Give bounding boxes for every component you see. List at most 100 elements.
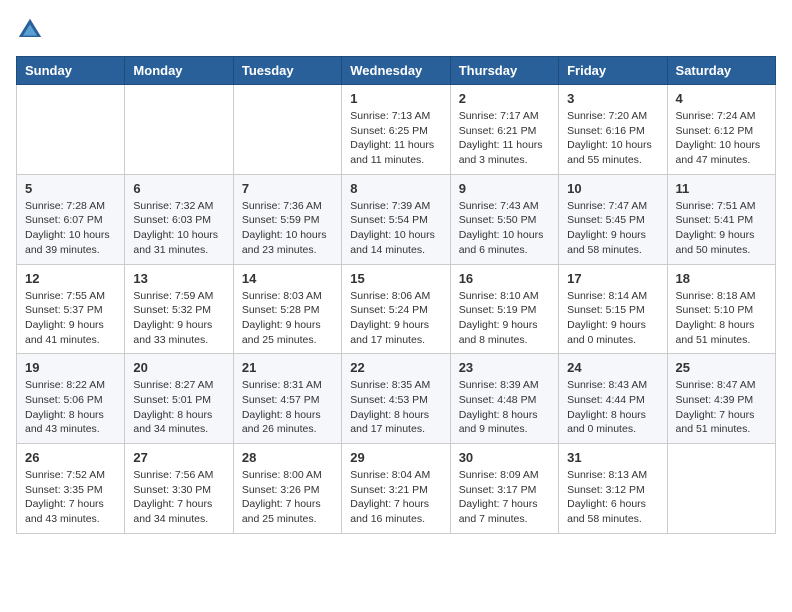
- day-number: 28: [242, 450, 333, 465]
- calendar-cell: 6 Sunrise: 7:32 AM Sunset: 6:03 PM Daylig…: [125, 174, 233, 264]
- day-info: Sunrise: 7:51 AM Sunset: 5:41 PM Dayligh…: [676, 199, 767, 258]
- day-info: Sunrise: 7:36 AM Sunset: 5:59 PM Dayligh…: [242, 199, 333, 258]
- day-number: 20: [133, 360, 224, 375]
- calendar-cell: [233, 85, 341, 175]
- calendar-cell: 24 Sunrise: 8:43 AM Sunset: 4:44 PM Dayli…: [559, 354, 667, 444]
- day-info: Sunrise: 8:04 AM Sunset: 3:21 PM Dayligh…: [350, 468, 441, 527]
- day-info: Sunrise: 8:35 AM Sunset: 4:53 PM Dayligh…: [350, 378, 441, 437]
- day-of-week-header: Monday: [125, 57, 233, 85]
- day-info: Sunrise: 8:31 AM Sunset: 4:57 PM Dayligh…: [242, 378, 333, 437]
- day-number: 14: [242, 271, 333, 286]
- day-info: Sunrise: 8:47 AM Sunset: 4:39 PM Dayligh…: [676, 378, 767, 437]
- calendar-cell: 29 Sunrise: 8:04 AM Sunset: 3:21 PM Dayli…: [342, 444, 450, 534]
- day-of-week-header: Wednesday: [342, 57, 450, 85]
- day-of-week-header: Thursday: [450, 57, 558, 85]
- day-number: 13: [133, 271, 224, 286]
- day-info: Sunrise: 7:47 AM Sunset: 5:45 PM Dayligh…: [567, 199, 658, 258]
- calendar-week-row: 26 Sunrise: 7:52 AM Sunset: 3:35 PM Dayli…: [17, 444, 776, 534]
- day-info: Sunrise: 8:13 AM Sunset: 3:12 PM Dayligh…: [567, 468, 658, 527]
- day-number: 19: [25, 360, 116, 375]
- day-number: 18: [676, 271, 767, 286]
- calendar-cell: 16 Sunrise: 8:10 AM Sunset: 5:19 PM Dayli…: [450, 264, 558, 354]
- day-of-week-header: Sunday: [17, 57, 125, 85]
- day-number: 17: [567, 271, 658, 286]
- day-number: 16: [459, 271, 550, 286]
- day-number: 21: [242, 360, 333, 375]
- calendar-cell: 8 Sunrise: 7:39 AM Sunset: 5:54 PM Daylig…: [342, 174, 450, 264]
- calendar-cell: [125, 85, 233, 175]
- calendar-cell: 25Sunrise: 8:47 AM Sunset: 4:39 PM Dayli…: [667, 354, 775, 444]
- day-info: Sunrise: 8:09 AM Sunset: 3:17 PM Dayligh…: [459, 468, 550, 527]
- day-number: 2: [459, 91, 550, 106]
- day-of-week-header: Friday: [559, 57, 667, 85]
- calendar-cell: 7 Sunrise: 7:36 AM Sunset: 5:59 PM Daylig…: [233, 174, 341, 264]
- day-number: 3: [567, 91, 658, 106]
- calendar-header-row: SundayMondayTuesdayWednesdayThursdayFrid…: [17, 57, 776, 85]
- day-info: Sunrise: 8:10 AM Sunset: 5:19 PM Dayligh…: [459, 289, 550, 348]
- day-number: 1: [350, 91, 441, 106]
- day-info: Sunrise: 8:18 AM Sunset: 5:10 PM Dayligh…: [676, 289, 767, 348]
- day-number: 27: [133, 450, 224, 465]
- calendar-cell: 3 Sunrise: 7:20 AM Sunset: 6:16 PM Daylig…: [559, 85, 667, 175]
- day-info: Sunrise: 7:39 AM Sunset: 5:54 PM Dayligh…: [350, 199, 441, 258]
- day-of-week-header: Saturday: [667, 57, 775, 85]
- calendar-cell: 9 Sunrise: 7:43 AM Sunset: 5:50 PM Daylig…: [450, 174, 558, 264]
- day-info: Sunrise: 7:55 AM Sunset: 5:37 PM Dayligh…: [25, 289, 116, 348]
- calendar-cell: 31Sunrise: 8:13 AM Sunset: 3:12 PM Dayli…: [559, 444, 667, 534]
- calendar-cell: 21 Sunrise: 8:31 AM Sunset: 4:57 PM Dayli…: [233, 354, 341, 444]
- day-of-week-header: Tuesday: [233, 57, 341, 85]
- calendar-cell: 26 Sunrise: 7:52 AM Sunset: 3:35 PM Dayli…: [17, 444, 125, 534]
- calendar-cell: 22 Sunrise: 8:35 AM Sunset: 4:53 PM Dayli…: [342, 354, 450, 444]
- day-number: 12: [25, 271, 116, 286]
- calendar-cell: 19 Sunrise: 8:22 AM Sunset: 5:06 PM Dayli…: [17, 354, 125, 444]
- calendar-cell: [17, 85, 125, 175]
- day-number: 5: [25, 181, 116, 196]
- day-number: 10: [567, 181, 658, 196]
- calendar-cell: 27 Sunrise: 7:56 AM Sunset: 3:30 PM Dayli…: [125, 444, 233, 534]
- calendar-cell: 28 Sunrise: 8:00 AM Sunset: 3:26 PM Dayli…: [233, 444, 341, 534]
- day-info: Sunrise: 8:14 AM Sunset: 5:15 PM Dayligh…: [567, 289, 658, 348]
- calendar-cell: 18 Sunrise: 8:18 AM Sunset: 5:10 PM Dayli…: [667, 264, 775, 354]
- day-info: Sunrise: 7:52 AM Sunset: 3:35 PM Dayligh…: [25, 468, 116, 527]
- day-info: Sunrise: 8:27 AM Sunset: 5:01 PM Dayligh…: [133, 378, 224, 437]
- day-info: Sunrise: 7:32 AM Sunset: 6:03 PM Dayligh…: [133, 199, 224, 258]
- day-info: Sunrise: 7:28 AM Sunset: 6:07 PM Dayligh…: [25, 199, 116, 258]
- day-info: Sunrise: 8:22 AM Sunset: 5:06 PM Dayligh…: [25, 378, 116, 437]
- day-info: Sunrise: 8:00 AM Sunset: 3:26 PM Dayligh…: [242, 468, 333, 527]
- day-info: Sunrise: 8:43 AM Sunset: 4:44 PM Dayligh…: [567, 378, 658, 437]
- logo: [16, 16, 48, 44]
- calendar-week-row: 12 Sunrise: 7:55 AM Sunset: 5:37 PM Dayli…: [17, 264, 776, 354]
- day-info: Sunrise: 8:03 AM Sunset: 5:28 PM Dayligh…: [242, 289, 333, 348]
- day-info: Sunrise: 7:13 AM Sunset: 6:25 PM Dayligh…: [350, 109, 441, 168]
- day-number: 8: [350, 181, 441, 196]
- day-info: Sunrise: 7:20 AM Sunset: 6:16 PM Dayligh…: [567, 109, 658, 168]
- day-info: Sunrise: 7:56 AM Sunset: 3:30 PM Dayligh…: [133, 468, 224, 527]
- calendar-cell: 10 Sunrise: 7:47 AM Sunset: 5:45 PM Dayli…: [559, 174, 667, 264]
- day-info: Sunrise: 8:06 AM Sunset: 5:24 PM Dayligh…: [350, 289, 441, 348]
- day-number: 26: [25, 450, 116, 465]
- calendar-cell: 30 Sunrise: 8:09 AM Sunset: 3:17 PM Dayli…: [450, 444, 558, 534]
- calendar-cell: 13 Sunrise: 7:59 AM Sunset: 5:32 PM Dayli…: [125, 264, 233, 354]
- day-number: 30: [459, 450, 550, 465]
- day-number: 9: [459, 181, 550, 196]
- day-info: Sunrise: 7:43 AM Sunset: 5:50 PM Dayligh…: [459, 199, 550, 258]
- day-number: 15: [350, 271, 441, 286]
- calendar-cell: 20 Sunrise: 8:27 AM Sunset: 5:01 PM Dayli…: [125, 354, 233, 444]
- day-number: 7: [242, 181, 333, 196]
- day-number: 22: [350, 360, 441, 375]
- day-number: 4: [676, 91, 767, 106]
- calendar-cell: [667, 444, 775, 534]
- day-number: 24: [567, 360, 658, 375]
- day-number: 11: [676, 181, 767, 196]
- day-info: Sunrise: 7:24 AM Sunset: 6:12 PM Dayligh…: [676, 109, 767, 168]
- calendar-cell: 14 Sunrise: 8:03 AM Sunset: 5:28 PM Dayli…: [233, 264, 341, 354]
- calendar-cell: 12 Sunrise: 7:55 AM Sunset: 5:37 PM Dayli…: [17, 264, 125, 354]
- calendar-week-row: 19 Sunrise: 8:22 AM Sunset: 5:06 PM Dayli…: [17, 354, 776, 444]
- day-number: 29: [350, 450, 441, 465]
- calendar-cell: 15 Sunrise: 8:06 AM Sunset: 5:24 PM Dayli…: [342, 264, 450, 354]
- calendar-table: SundayMondayTuesdayWednesdayThursdayFrid…: [16, 56, 776, 534]
- page-header: [16, 16, 776, 44]
- day-number: 23: [459, 360, 550, 375]
- day-number: 6: [133, 181, 224, 196]
- day-info: Sunrise: 7:59 AM Sunset: 5:32 PM Dayligh…: [133, 289, 224, 348]
